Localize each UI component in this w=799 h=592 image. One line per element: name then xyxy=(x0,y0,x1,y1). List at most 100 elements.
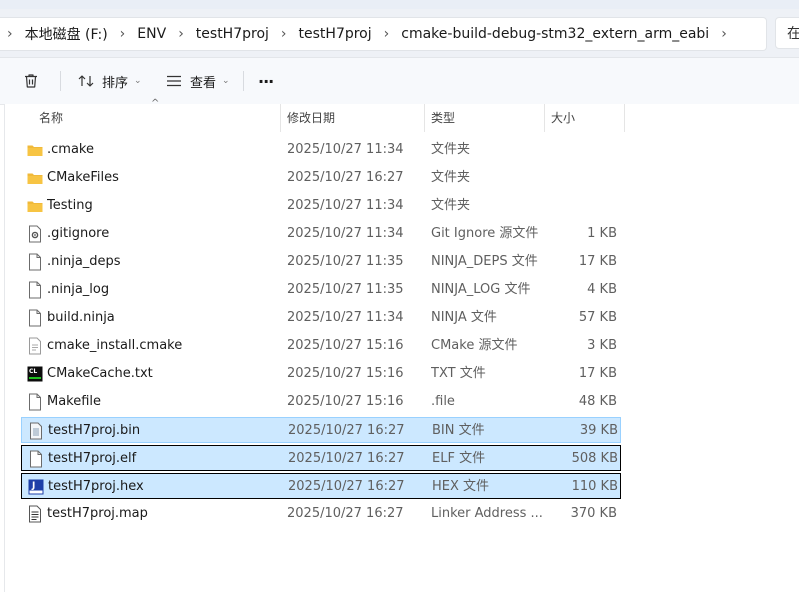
file-row[interactable]: .ninja_log 2025/10/27 11:35 NINJA_LOG 文件 4 … xyxy=(21,277,621,303)
file-type: NINJA_LOG 文件 xyxy=(431,282,531,297)
view-label: 查看 xyxy=(190,75,217,91)
file-date: 2025/10/27 16:27 xyxy=(287,506,404,521)
file-date: 2025/10/27 15:16 xyxy=(287,394,404,409)
folder-icon xyxy=(27,169,43,187)
svg-text:J: J xyxy=(31,481,35,491)
folder-icon xyxy=(27,141,43,159)
file-size xyxy=(551,193,617,219)
file-size: 48 KB xyxy=(578,394,617,409)
toolbar-divider xyxy=(243,71,244,91)
file-date: 2025/10/27 15:16 xyxy=(287,366,404,381)
file-date: 2025/10/27 16:27 xyxy=(288,423,405,438)
file-type: .file xyxy=(431,394,455,409)
file-name: CMakeCache.txt xyxy=(47,366,153,381)
file-name: testH7proj.elf xyxy=(48,451,137,466)
delete-button[interactable] xyxy=(22,58,40,104)
file-row[interactable]: testH7proj.bin 2025/10/27 16:27 BIN 文件 39 K… xyxy=(21,417,621,443)
file-date: 2025/10/27 11:35 xyxy=(287,254,404,269)
file-size: 1 KB xyxy=(587,226,617,241)
file-row[interactable]: testH7proj.elf 2025/10/27 16:27 ELF 文件 508 … xyxy=(21,445,621,471)
file-row[interactable]: Testing 2025/10/27 11:34 文件夹 xyxy=(21,193,621,219)
file-type: Git Ignore 源文件 xyxy=(431,226,539,241)
file-row[interactable]: .ninja_deps 2025/10/27 11:35 NINJA_DEPS 文件… xyxy=(21,249,621,275)
column-header-date[interactable]: 修改日期 xyxy=(279,104,425,132)
breadcrumb-item-drive[interactable]: 本地磁盘 (F:) xyxy=(20,24,113,44)
sort-icon xyxy=(78,75,94,87)
column-header-type[interactable]: 类型 xyxy=(423,104,545,132)
trash-icon xyxy=(25,74,37,88)
file-date: 2025/10/27 11:34 xyxy=(287,142,404,157)
folder-icon xyxy=(27,197,43,215)
search-input[interactable]: 在 xyxy=(775,17,799,49)
breadcrumb-item-env[interactable]: ENV xyxy=(132,26,171,42)
chevron-right-icon: › xyxy=(7,26,13,42)
file-name: Testing xyxy=(47,198,93,213)
gear-file-icon xyxy=(27,225,43,243)
breadcrumb-item-build-dir[interactable]: cmake-build-debug-stm32_extern_arm_eabi xyxy=(396,26,714,42)
window-top-strip xyxy=(0,0,799,9)
breadcrumb-item-testh7proj-inner[interactable]: testH7proj xyxy=(294,26,377,42)
file-type: BIN 文件 xyxy=(432,423,485,438)
file-row[interactable]: CL CMakeCache.txt 2025/10/27 15:16 TXT 文件 17… xyxy=(21,361,621,387)
file-date: 2025/10/27 11:34 xyxy=(287,198,404,213)
file-type: 文件夹 xyxy=(431,142,471,157)
file-size: 4 KB xyxy=(587,282,617,297)
file-size: 110 KB xyxy=(571,479,618,494)
map-file-icon xyxy=(27,505,43,523)
more-options-button[interactable]: ··· xyxy=(258,58,274,104)
file-date: 2025/10/27 11:35 xyxy=(287,282,404,297)
file-date: 2025/10/27 11:34 xyxy=(287,310,404,325)
file-size: 370 KB xyxy=(570,506,617,521)
bin-file-icon xyxy=(28,422,44,440)
view-button[interactable]: 查看 ⌄ xyxy=(165,58,230,104)
file-icon xyxy=(27,253,43,271)
file-type: ELF 文件 xyxy=(432,451,486,466)
chevron-right-icon[interactable]: › xyxy=(113,26,133,42)
breadcrumb-item-testh7proj[interactable]: testH7proj xyxy=(191,26,274,42)
file-name: testH7proj.hex xyxy=(48,479,144,494)
file-row[interactable]: .gitignore 2025/10/27 11:34 Git Ignore 源文件… xyxy=(21,221,621,247)
file-name: build.ninja xyxy=(47,310,115,325)
j-flash-icon: J xyxy=(28,478,44,496)
file-row[interactable]: cmake_install.cmake 2025/10/27 15:16 CMake… xyxy=(21,333,621,359)
column-header-size[interactable]: 大小 xyxy=(543,104,625,132)
toolbar-divider xyxy=(60,71,61,91)
chevron-right-icon[interactable]: › xyxy=(171,26,191,42)
svg-text:CL: CL xyxy=(29,368,37,375)
column-header-name[interactable]: 名称 xyxy=(31,104,281,132)
sort-button[interactable]: 排序 ⌄ xyxy=(77,58,142,104)
file-row[interactable]: build.ninja 2025/10/27 11:34 NINJA 文件 57 KB xyxy=(21,305,621,331)
file-row[interactable]: testH7proj.map 2025/10/27 16:27 Linker Add… xyxy=(21,501,621,527)
chevron-right-icon[interactable]: › xyxy=(274,26,294,42)
view-list-icon xyxy=(167,75,181,87)
file-name: Makefile xyxy=(47,394,102,409)
file-name: .ninja_log xyxy=(47,282,110,297)
file-type: 文件夹 xyxy=(431,198,471,213)
file-type: NINJA_DEPS 文件 xyxy=(431,254,538,269)
file-row[interactable]: Makefile 2025/10/27 15:16 .file 48 KB xyxy=(21,389,621,415)
file-type: TXT 文件 xyxy=(431,366,486,381)
text-file-icon xyxy=(27,337,43,355)
file-date: 2025/10/27 11:34 xyxy=(287,226,404,241)
sort-label: 排序 xyxy=(102,75,129,91)
file-name: CMakeFiles xyxy=(47,170,119,185)
chevron-right-icon[interactable]: › xyxy=(377,26,397,42)
file-type: Linker Address ... xyxy=(431,506,543,521)
file-size: 57 KB xyxy=(578,310,617,325)
file-icon xyxy=(27,309,43,327)
command-bar: 排序 ⌄ 查看 ⌄ ··· xyxy=(0,58,799,105)
chevron-down-icon: ⌄ xyxy=(134,76,142,86)
file-date: 2025/10/27 16:27 xyxy=(288,479,405,494)
more-icon: ··· xyxy=(258,71,274,91)
file-row[interactable]: JtestH7proj.hex 2025/10/27 16:27 HEX 文件 110… xyxy=(21,473,621,499)
file-row[interactable]: .cmake 2025/10/27 11:34 文件夹 xyxy=(21,137,621,163)
file-size: 17 KB xyxy=(578,366,617,381)
file-size: 17 KB xyxy=(578,254,617,269)
file-icon xyxy=(28,450,44,468)
address-bar: › 本地磁盘 (F:) › ENV › testH7proj › testH7p… xyxy=(0,9,799,58)
breadcrumb[interactable]: › 本地磁盘 (F:) › ENV › testH7proj › testH7p… xyxy=(0,17,767,51)
file-row[interactable]: CMakeFiles 2025/10/27 16:27 文件夹 xyxy=(21,165,621,191)
file-date: 2025/10/27 16:27 xyxy=(288,451,405,466)
chevron-right-icon[interactable]: › xyxy=(714,26,734,42)
file-icon xyxy=(27,281,43,299)
